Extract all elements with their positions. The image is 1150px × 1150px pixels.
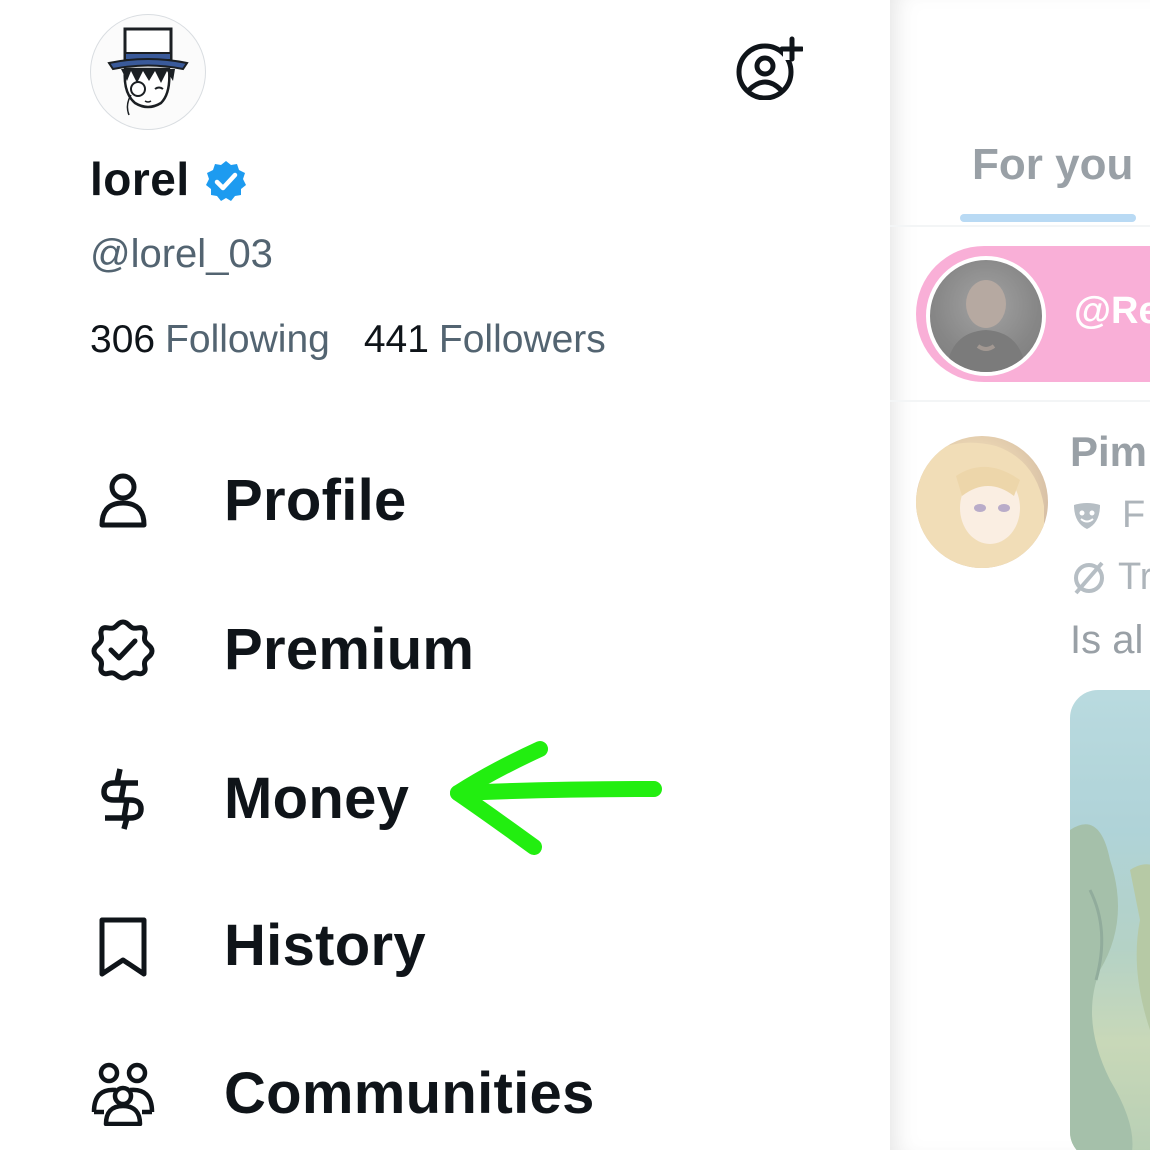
following-count: 306 — [90, 318, 156, 361]
avatar[interactable] — [90, 14, 206, 130]
nav-item-profile[interactable]: Profile — [90, 455, 790, 545]
nav-label-profile: Profile — [224, 467, 407, 533]
add-account-icon — [736, 36, 805, 101]
nav-item-communities[interactable]: Communities — [90, 1048, 790, 1138]
tab-active-indicator — [960, 214, 1136, 222]
nav-label-history: History — [224, 912, 426, 978]
follow-stats: 306 Following 441 Followers — [90, 318, 606, 362]
masks-icon — [1074, 502, 1100, 529]
hand-drawn-arrow-icon — [450, 741, 662, 855]
side-drawer: lorel @lorel_03 306 Following 441 Follower… — [0, 0, 890, 1150]
post-meta-line: F — [1070, 494, 1145, 537]
tabs-divider — [890, 225, 1150, 227]
nav-item-premium[interactable]: Premium — [90, 604, 790, 694]
followers-link[interactable]: 441 Followers — [364, 318, 606, 362]
nav-label-communities: Communities — [224, 1060, 595, 1126]
spaces-divider — [890, 400, 1150, 402]
home-timeline: For you @Re Pim F Tr Is al — [890, 0, 1150, 1150]
live-space-pill[interactable]: @Re — [916, 246, 1150, 382]
followers-label: Followers — [438, 318, 606, 361]
post-body-text: Is al — [1070, 618, 1144, 662]
space-host-handle: @Re — [1074, 290, 1150, 332]
nav-label-money: Money — [224, 765, 410, 831]
person-icon — [90, 467, 156, 533]
space-host-avatar — [926, 256, 1046, 376]
no-symbol-icon — [1074, 561, 1104, 594]
nav-label-premium: Premium — [224, 616, 475, 682]
nav-item-history[interactable]: History — [90, 900, 790, 990]
verified-badge-icon — [205, 161, 246, 201]
display-name[interactable]: lorel — [90, 152, 190, 206]
profile-name-row: lorel — [90, 152, 248, 206]
post-author-name[interactable]: Pim — [1070, 428, 1147, 476]
add-account-button[interactable] — [735, 36, 805, 101]
post-meta-text: F — [1122, 494, 1146, 536]
followers-count: 441 — [363, 318, 429, 361]
post-media-image[interactable] — [1070, 690, 1150, 1150]
following-label: Following — [165, 318, 330, 361]
user-handle: @lorel_03 — [90, 232, 273, 276]
avatar-illustration — [107, 27, 189, 116]
dollar-icon — [90, 765, 156, 831]
following-link[interactable]: 306 Following — [90, 318, 330, 362]
post-meta-line-2: Tr — [1070, 556, 1150, 599]
communities-icon — [90, 1060, 156, 1126]
tab-for-you[interactable]: For you — [972, 140, 1133, 190]
premium-badge-icon — [90, 616, 156, 682]
post-meta-text-2: Tr — [1118, 556, 1150, 598]
bookmark-icon — [90, 912, 156, 978]
post-author-avatar[interactable] — [916, 436, 1048, 568]
